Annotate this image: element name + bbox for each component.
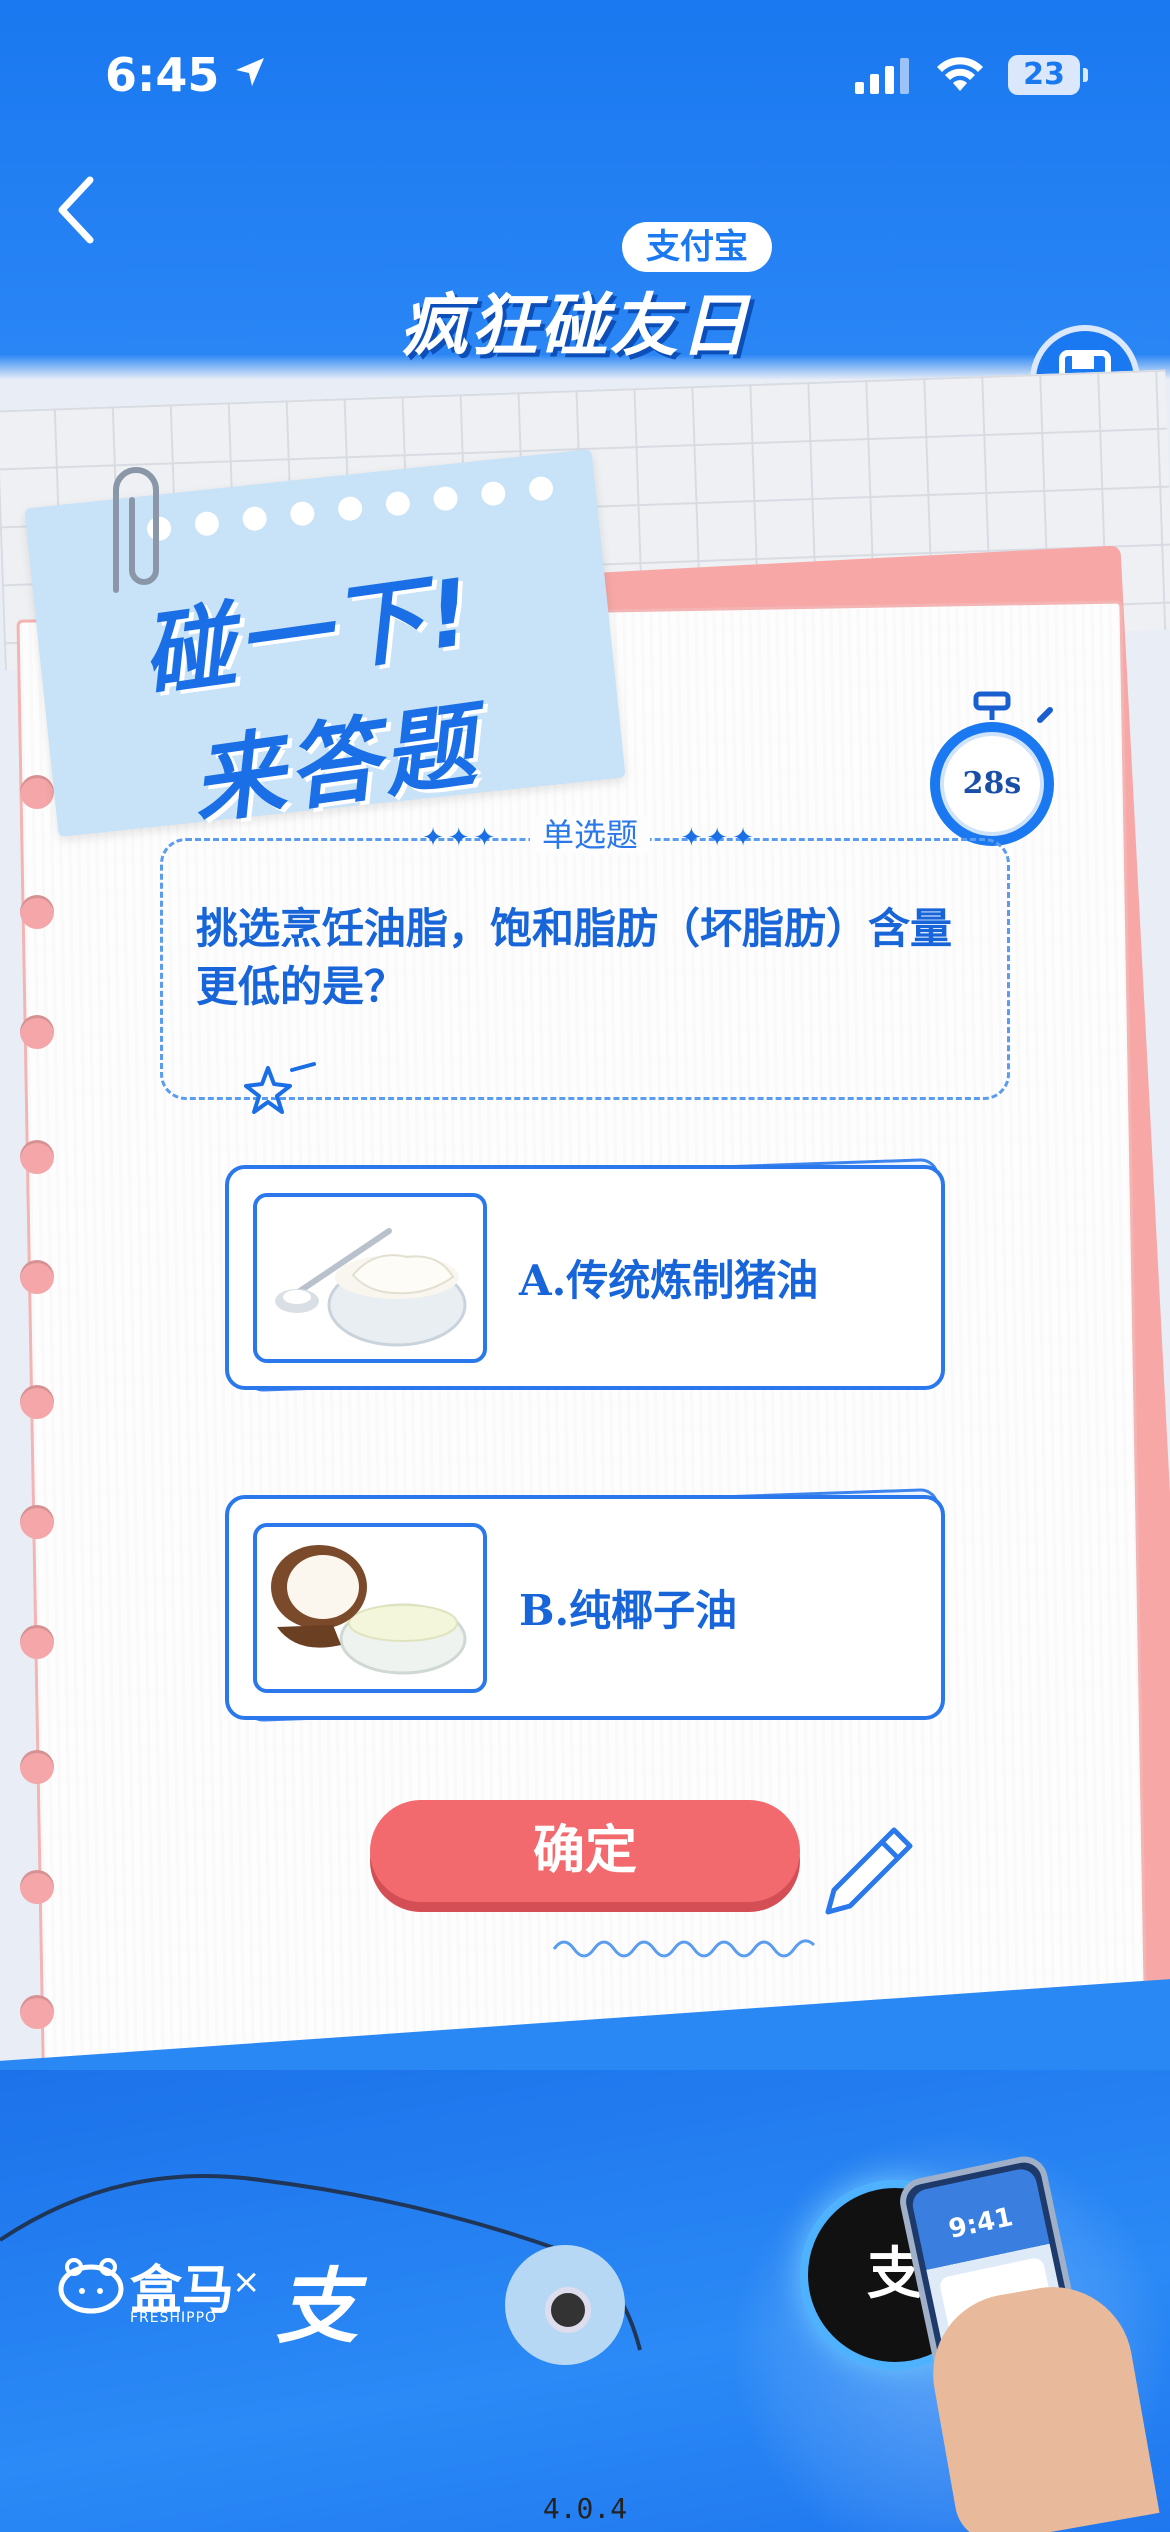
squiggle-doodle bbox=[552, 1939, 816, 1958]
alipay-logo-mark: 支 bbox=[276, 2260, 358, 2355]
hippo-logo-icon bbox=[58, 2258, 124, 2314]
partner-name-en: FRESHIPPO bbox=[130, 2310, 218, 2326]
phone-time: 9:41 bbox=[946, 2202, 1016, 2245]
event-title: 疯狂碰友日 bbox=[400, 287, 751, 366]
binder-hole bbox=[20, 1995, 54, 2029]
confirm-button[interactable]: 确定 bbox=[370, 1800, 800, 1902]
option-a-image bbox=[253, 1193, 487, 1363]
star-decoration-left: ✦✦✦ bbox=[422, 823, 500, 853]
star-doodle-icon bbox=[244, 1062, 316, 1114]
cross-mark: × bbox=[232, 2262, 261, 2302]
binder-hole bbox=[20, 1870, 54, 1904]
countdown-timer: 28s bbox=[962, 766, 1022, 801]
status-bar: 6:45 23 bbox=[0, 0, 1170, 150]
cellular-signal-icon bbox=[855, 58, 909, 94]
question-type: 单选题 bbox=[529, 816, 650, 854]
option-b-label: B.纯椰子油 bbox=[519, 1586, 738, 1635]
question-type-row: ✦✦✦ 单选题 ✦✦✦ bbox=[400, 810, 780, 856]
question-text: 挑选烹饪油脂，饱和脂肪（坏脂肪）含量更低的是？ bbox=[196, 904, 953, 1011]
page-stage: 6:45 23 支付宝 疯狂碰友日 碰一下! 来答题 28s ✦✦✦ 单选题 ✦… bbox=[0, 0, 1170, 2532]
binder-hole bbox=[20, 1505, 54, 1539]
binder-hole bbox=[20, 1260, 54, 1294]
option-a[interactable]: A.传统炼制猪油 bbox=[225, 1165, 945, 1390]
version-label: 4.0.4 bbox=[542, 2492, 628, 2525]
binder-hole bbox=[20, 895, 54, 929]
binder-hole bbox=[20, 1625, 54, 1659]
location-arrow-icon bbox=[236, 58, 264, 86]
option-a-label: A.传统炼制猪油 bbox=[519, 1256, 819, 1305]
alipay-brand-badge: 支付宝 bbox=[622, 222, 772, 272]
string-button-disc bbox=[505, 2245, 625, 2365]
option-b[interactable]: B.纯椰子油 bbox=[225, 1495, 945, 1720]
option-b-image bbox=[253, 1523, 487, 1693]
battery-icon: 23 bbox=[1008, 55, 1088, 95]
binder-hole bbox=[20, 1140, 54, 1174]
binder-hole bbox=[20, 775, 54, 809]
star-decoration-right: ✦✦✦ bbox=[680, 823, 758, 853]
binder-hole bbox=[20, 1385, 54, 1419]
pencil-icon bbox=[825, 1827, 913, 1915]
binder-hole bbox=[20, 1750, 54, 1784]
back-chevron-icon[interactable] bbox=[48, 170, 108, 250]
wifi-icon bbox=[937, 57, 983, 91]
binder-hole bbox=[20, 1015, 54, 1049]
status-time: 6:45 bbox=[105, 48, 220, 102]
